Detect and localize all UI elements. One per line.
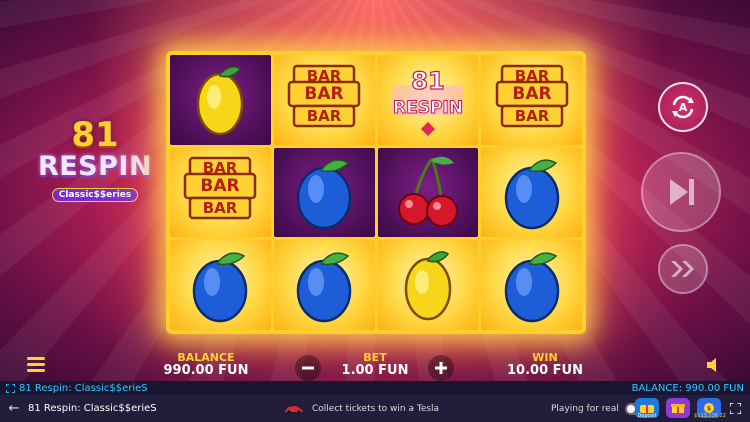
balance-value: 990.00 FUN [163, 363, 249, 378]
bet-decrease-button[interactable] [295, 355, 321, 381]
logo-series: Classic$$eries [51, 188, 139, 202]
game-logo: 81 RESPIN Classic$$eries [30, 118, 160, 202]
back-arrow-icon[interactable]: ← [0, 401, 28, 416]
svg-text:BAR: BAR [514, 107, 549, 125]
reel-cell [481, 240, 582, 330]
menu-icon[interactable] [27, 357, 45, 373]
svg-text:BAR: BAR [307, 107, 342, 125]
svg-text:A: A [679, 101, 688, 114]
deposit-label: Deposit [637, 413, 657, 419]
win-value: 10.00 FUN [507, 363, 583, 378]
svg-text:BAR: BAR [201, 176, 240, 196]
spin-button[interactable] [641, 152, 721, 232]
reel-grid: BAR BAR BAR 81 RESPIN BAR BAR BAR BAR BAR BAR [166, 51, 586, 334]
reel-cell [481, 147, 582, 238]
bet-increase-button[interactable] [428, 355, 454, 381]
reel-cell: 81 RESPIN [377, 55, 479, 145]
reel-cell: BAR BAR BAR [170, 147, 271, 238]
jackpot-amount: $113,236.22 [694, 413, 726, 419]
strip-game-name: 81 Respin: Classic$$erieS [19, 382, 148, 394]
lemon-icon [197, 65, 244, 136]
reel-cell [273, 240, 375, 330]
svg-text:81: 81 [411, 67, 444, 95]
logo-number: 81 [71, 115, 119, 155]
promo-banner[interactable]: Collect tickets to win a Tesla [284, 395, 439, 422]
autoplay-icon: A [672, 95, 694, 119]
expand-icon[interactable] [6, 383, 15, 393]
promo-text: Collect tickets to win a Tesla [312, 403, 440, 414]
svg-text:BAR: BAR [512, 84, 551, 104]
cherries-icon [397, 157, 458, 228]
reel-cell [170, 55, 271, 145]
svg-text:RESPIN: RESPIN [393, 98, 463, 118]
fast-forward-icon [671, 261, 694, 277]
browser-bar: ← 81 Respin: Classic$$erieS Collect tick… [0, 395, 750, 422]
gift-icon [671, 404, 685, 413]
autoplay-button[interactable]: A [658, 82, 708, 132]
plum-icon [296, 159, 352, 230]
playing-for-real-label: Playing for real [551, 403, 619, 414]
plus-icon [435, 362, 447, 374]
svg-text:$: $ [707, 406, 711, 413]
svg-text:BAR: BAR [203, 199, 238, 217]
play-skip-icon [670, 179, 694, 205]
car-icon [285, 405, 303, 414]
lemon-icon [404, 251, 452, 321]
sound-icon[interactable] [705, 356, 723, 378]
bet-value: 1.00 FUN [341, 363, 409, 378]
reel-cell [377, 147, 479, 238]
strip-balance: BALANCE: 990.00 FUN [631, 382, 744, 394]
plum-icon [193, 252, 248, 323]
plum-icon [504, 252, 559, 323]
bar-symbol: BARBARBAR [184, 157, 257, 220]
game-stage: 81 RESPIN Classic$$eries BAR BAR BAR 81 RESP… [0, 0, 750, 381]
plum-icon [504, 159, 559, 230]
minus-icon [302, 366, 314, 370]
svg-text:BAR: BAR [305, 84, 344, 104]
rewards-badge[interactable] [666, 398, 690, 418]
reel-cell [170, 240, 271, 330]
bar-symbol: BARBARBAR [287, 64, 361, 128]
bar-symbol: BARBARBAR [495, 64, 568, 128]
turbo-button[interactable] [658, 244, 708, 294]
reel-cell: BAR BAR BAR [273, 55, 375, 145]
bar-game-title: 81 Respin: Classic$$erieS [28, 403, 157, 414]
reel-cell: BAR BAR BAR [481, 55, 582, 145]
plum-icon [296, 252, 352, 323]
fullscreen-icon[interactable] [730, 403, 741, 414]
logo-word: RESPIN [37, 151, 153, 182]
reel-cell [273, 147, 375, 238]
info-strip: 81 Respin: Classic$$erieS BALANCE: 990.0… [0, 381, 750, 395]
reel-cell [377, 240, 479, 330]
respin-wild-symbol: 81 RESPIN [391, 66, 464, 138]
